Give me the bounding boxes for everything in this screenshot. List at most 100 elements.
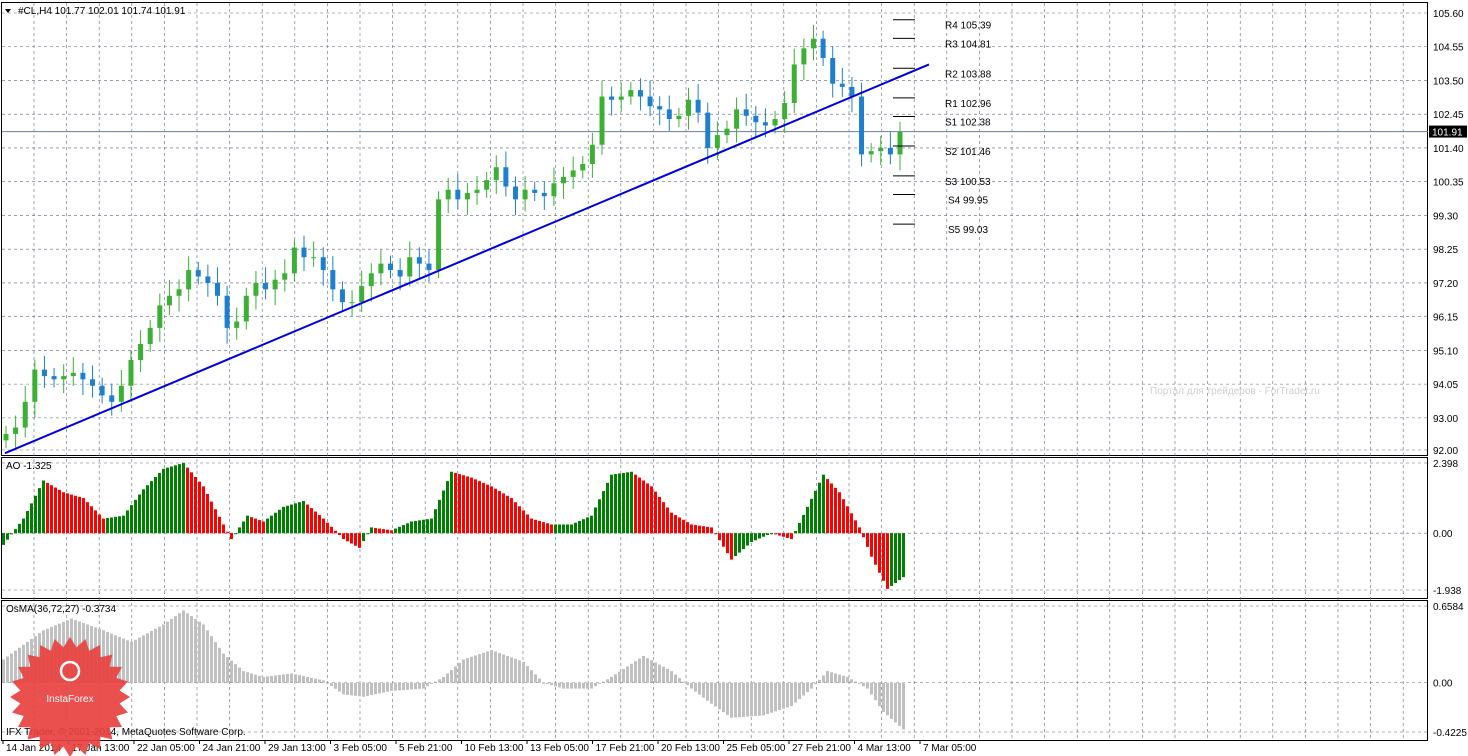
ao-bar [626, 472, 629, 534]
osma-bar [518, 660, 521, 683]
candle-body [541, 192, 547, 197]
candle-body [234, 321, 240, 328]
ao-bar [42, 480, 45, 534]
osma-bar [638, 658, 641, 683]
candle-body [13, 427, 19, 434]
ao-bar [270, 515, 273, 534]
osma-title: OsMA(36,72,27) -0.3734 [6, 604, 116, 615]
osma-bar [286, 673, 289, 683]
ao-bar [410, 521, 413, 534]
ao-bar [18, 523, 21, 534]
osma-bar [874, 682, 877, 701]
ao-bar [486, 484, 489, 534]
osma-bar [818, 679, 821, 683]
ao-bar [722, 533, 725, 547]
osma-bar [678, 678, 681, 683]
ao-bar [682, 519, 685, 534]
candle-body [551, 183, 557, 197]
ao-bar [342, 533, 345, 540]
osma-bar [674, 674, 677, 683]
price-chart[interactable]: 105.60 104.55 103.50 102.45 101.40 100.35 99.3… [0, 0, 1468, 756]
osma-bar [366, 682, 369, 696]
ao-bar [210, 501, 213, 534]
osma-bar [802, 682, 805, 696]
osma-bar [154, 628, 157, 683]
ao-bar [298, 502, 301, 534]
time-axis-label: 22 Jan 05:00 [137, 743, 195, 754]
ao-bar [46, 482, 49, 534]
osma-bar [362, 682, 365, 697]
candle-body [686, 99, 692, 116]
ao-bar [418, 520, 421, 534]
time-axis-label: 29 Jan 13:00 [268, 743, 326, 754]
ao-bar [734, 533, 737, 557]
ao-bar [366, 533, 369, 535]
price-axis-label: 94.05 [1433, 380, 1458, 391]
ao-bar [230, 533, 233, 540]
ao-bar [678, 517, 681, 534]
ao-bar [578, 520, 581, 534]
osma-bar [438, 679, 441, 683]
osma-bar [150, 631, 153, 683]
ao-bar [98, 514, 101, 534]
ao-bar [126, 510, 129, 534]
osma-bar [618, 671, 621, 683]
candle-body [878, 147, 884, 152]
osma-bar [350, 682, 353, 696]
candle-body [609, 96, 615, 100]
candle-body [589, 144, 595, 165]
ao-bar [390, 530, 393, 534]
pivot-label: R4 105.39 [945, 21, 992, 32]
ao-bar [878, 533, 881, 573]
osma-bar [786, 682, 789, 708]
osma-bar [246, 672, 249, 683]
ao-bar [294, 503, 297, 534]
osma-bar [138, 637, 141, 683]
osma-bar [506, 655, 509, 683]
chart-window[interactable]: 105.60 104.55 103.50 102.45 101.40 100.35 99.3… [0, 0, 1468, 756]
candle-body [580, 164, 586, 171]
osma-bar [694, 682, 697, 692]
osma-bar [646, 658, 649, 683]
osma-bar [6, 656, 9, 683]
osma-bar [762, 682, 765, 716]
candle-body [445, 189, 451, 200]
ao-bar [370, 527, 373, 534]
osma-bar [862, 682, 865, 687]
ao-bar [542, 522, 545, 534]
osma-bar [258, 675, 261, 683]
osma-bar [318, 679, 321, 683]
ao-bar [134, 499, 137, 534]
osma-bar [882, 682, 885, 712]
osma-bar [706, 682, 709, 701]
osma-bar [574, 682, 577, 689]
ao-bar [562, 524, 565, 534]
candle-body [561, 176, 567, 184]
watermark: Портал для трейдеров - ForTrader.ru [1150, 386, 1320, 397]
osma-bar [346, 682, 349, 695]
candle-body [426, 263, 432, 271]
ao-bar [786, 533, 789, 538]
candle-body [253, 282, 259, 296]
ao-bar [362, 533, 365, 542]
candle-body [407, 257, 413, 277]
price-axis-label: 93.00 [1433, 414, 1458, 425]
ao-bar [790, 533, 793, 540]
osma-bar [662, 666, 665, 683]
ao-bar [422, 519, 425, 534]
ao-bar [634, 474, 637, 534]
osma-bar [162, 624, 165, 683]
osma-bar [710, 682, 713, 704]
osma-bar [790, 682, 793, 707]
price-axis-label: 92.00 [1433, 446, 1458, 457]
osma-bar [250, 673, 253, 683]
osma-bar [482, 652, 485, 683]
time-axis-label: 24 Jan 21:00 [203, 743, 261, 754]
time-axis-label: 4 Mar 13:00 [858, 743, 912, 754]
candle-body [368, 273, 374, 287]
osma-bar [390, 682, 393, 691]
osma-bar [670, 671, 673, 683]
ao-bar [630, 471, 633, 534]
osma-bar [298, 675, 301, 683]
osma-bar [778, 682, 781, 711]
